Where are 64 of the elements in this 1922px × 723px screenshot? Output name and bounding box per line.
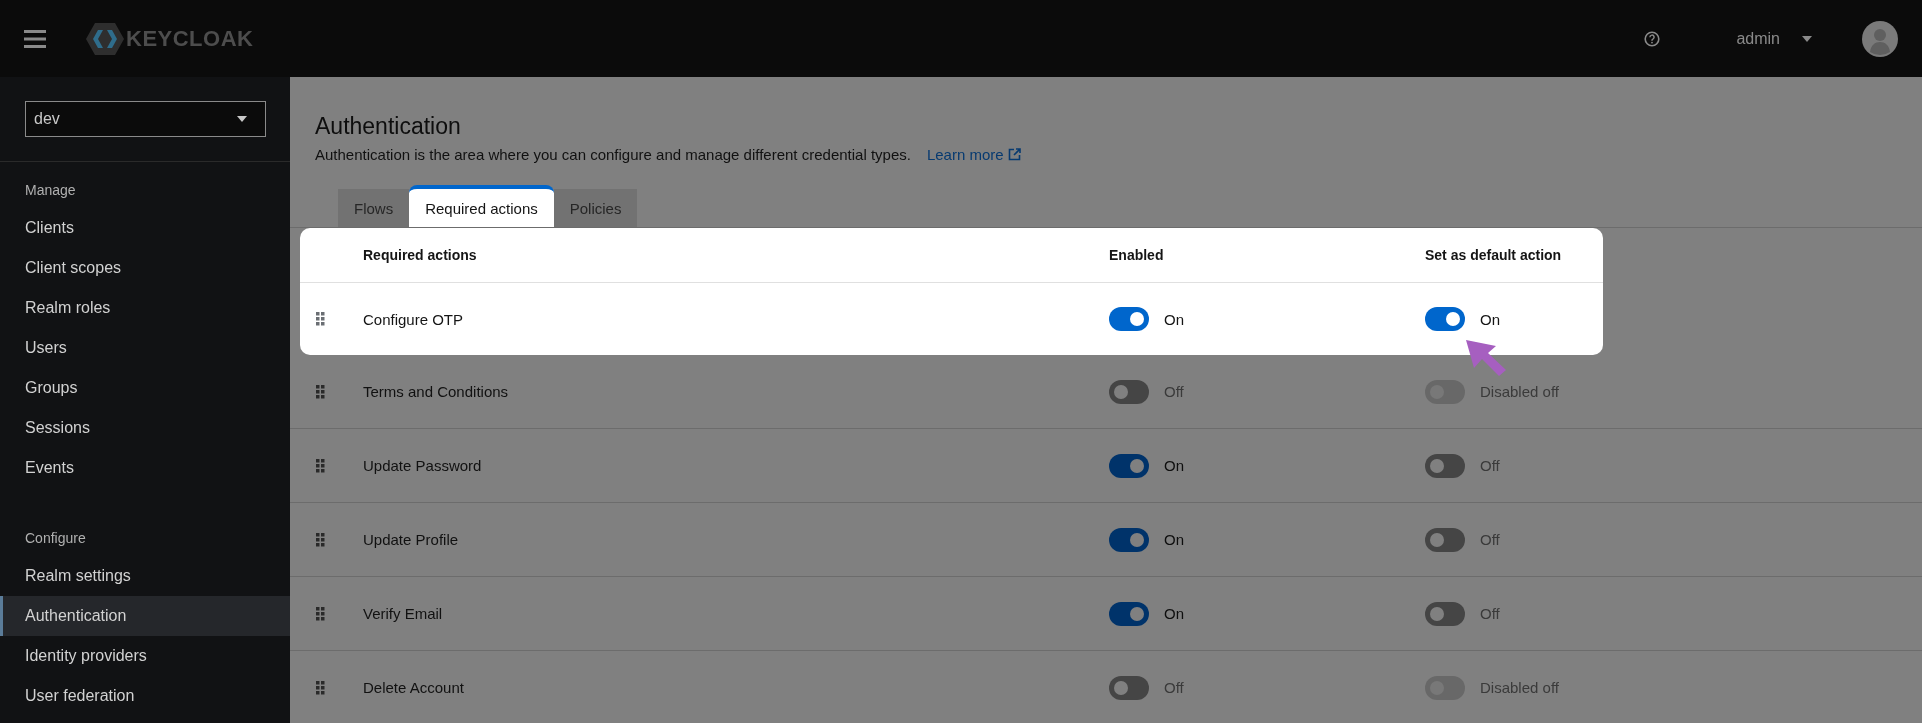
- nav-item[interactable]: Users: [0, 328, 290, 368]
- toggle-label: On: [1164, 605, 1184, 622]
- toggle-switch[interactable]: [1425, 453, 1465, 478]
- nav-item[interactable]: User federation: [0, 676, 290, 716]
- column-header: Required actions: [363, 247, 478, 263]
- action-name: Terms and Conditions: [363, 383, 510, 400]
- nav-item[interactable]: Authentication: [0, 596, 290, 636]
- drag-handle-icon[interactable]: [316, 384, 325, 399]
- drag-handle-icon[interactable]: [316, 532, 325, 547]
- nav-section-title: Manage: [24, 181, 77, 200]
- logo-icon: [86, 22, 124, 55]
- drag-handle-icon[interactable]: [316, 312, 325, 326]
- toggle-switch[interactable]: [1425, 601, 1465, 626]
- action-name: Update Password: [363, 457, 483, 474]
- drag-handle-icon[interactable]: [316, 680, 325, 695]
- toggle-switch[interactable]: [1109, 307, 1149, 331]
- avatar-icon[interactable]: [1862, 20, 1898, 57]
- toggle-label: On: [1164, 310, 1184, 328]
- toggle-switch[interactable]: [1109, 527, 1149, 552]
- column-header: Set as default action: [1425, 247, 1563, 263]
- caret-icon: [1802, 35, 1812, 42]
- action-name: Verify Email: [363, 605, 444, 622]
- action-name: Delete Account: [363, 679, 465, 696]
- toggle-switch[interactable]: [1109, 453, 1149, 478]
- pointer-arrow: [1464, 338, 1508, 378]
- toggle-label: Off: [1480, 605, 1500, 622]
- toggle-switch[interactable]: [1425, 527, 1465, 552]
- nav-item[interactable]: Client scopes: [0, 248, 290, 288]
- nav-item[interactable]: Groups: [0, 368, 290, 408]
- toggle-switch[interactable]: [1109, 675, 1149, 700]
- nav-item[interactable]: Identity providers: [0, 636, 290, 676]
- nav-section-title: Configure: [24, 529, 87, 548]
- nav-item[interactable]: Realm roles: [0, 288, 290, 328]
- page-description: Authentication is the area where you can configure and manage different credential types.: [315, 146, 911, 163]
- action-name: Configure OTP: [363, 310, 465, 328]
- caret-icon: [237, 116, 247, 122]
- logo-text: KEYCLOAK: [126, 25, 254, 52]
- toggle-label: On: [1480, 310, 1500, 328]
- toggle-label: Off: [1480, 531, 1500, 548]
- tab[interactable]: Required actions: [409, 185, 554, 227]
- toggle-switch[interactable]: [1425, 307, 1465, 331]
- toggle-label: Disabled off: [1480, 383, 1559, 400]
- toggle-label: On: [1164, 531, 1184, 548]
- toggle-switch[interactable]: [1109, 601, 1149, 626]
- user-menu[interactable]: admin: [1730, 28, 1818, 49]
- nav-item[interactable]: Clients: [0, 208, 290, 248]
- toggle-label: Off: [1164, 383, 1184, 400]
- help-icon[interactable]: [1644, 30, 1661, 47]
- toggle-switch[interactable]: [1109, 379, 1149, 404]
- toggle-label: Off: [1164, 679, 1184, 696]
- realm-select[interactable]: dev: [25, 101, 266, 137]
- external-link-icon: [1007, 148, 1021, 161]
- column-header: Enabled: [1109, 247, 1165, 263]
- toggle-label: On: [1164, 457, 1184, 474]
- menu-icon[interactable]: [24, 29, 46, 48]
- nav-item[interactable]: Sessions: [0, 408, 290, 448]
- toggle-label: Off: [1480, 457, 1500, 474]
- drag-handle-icon[interactable]: [316, 458, 325, 473]
- drag-handle-icon[interactable]: [316, 606, 325, 621]
- action-name: Update Profile: [363, 531, 460, 548]
- nav-item[interactable]: Events: [0, 448, 290, 488]
- nav-item[interactable]: Realm settings: [0, 556, 290, 596]
- page-title: Authentication: [315, 113, 462, 140]
- toggle-label: Disabled off: [1480, 679, 1559, 696]
